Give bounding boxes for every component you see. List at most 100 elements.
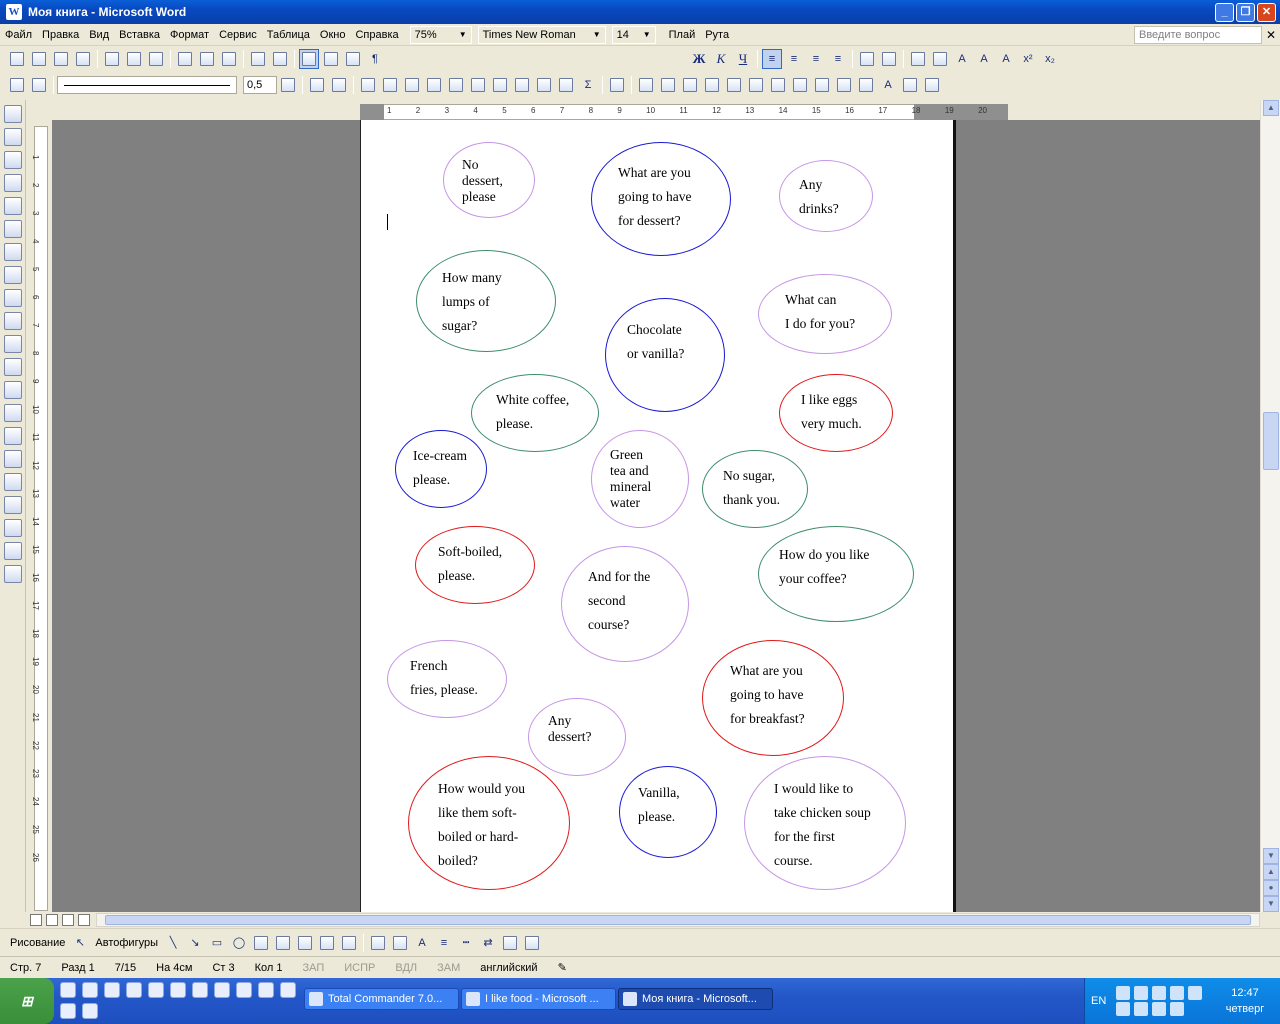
- speech-bubble[interactable]: I would like to take chicken soup for th…: [744, 756, 906, 890]
- horizontal-scroll-track[interactable]: [96, 913, 1260, 927]
- dictionary-icon[interactable]: [4, 220, 22, 238]
- word-app-icon[interactable]: W: [6, 4, 22, 20]
- status-trk[interactable]: ИСПР: [334, 962, 385, 974]
- line-color-icon[interactable]: [390, 933, 410, 953]
- rectangle-tool-icon[interactable]: ▭: [207, 933, 227, 953]
- textbox-tool-icon[interactable]: [251, 933, 271, 953]
- speech-bubble[interactable]: No sugar, thank you.: [702, 450, 808, 528]
- zoom-select[interactable]: 75% ▼: [409, 25, 472, 44]
- speech-bubble[interactable]: How do you like your coffee?: [758, 526, 914, 622]
- preview-icon[interactable]: [4, 358, 22, 376]
- diagram-icon[interactable]: [295, 933, 315, 953]
- sort-descending-icon[interactable]: [556, 75, 576, 95]
- menu-link-ruta[interactable]: Рута: [700, 24, 734, 46]
- opera-launch-icon[interactable]: [192, 982, 208, 998]
- horizontal-scroll-thumb[interactable]: [105, 915, 1251, 925]
- arrow-tool-icon[interactable]: ↘: [185, 933, 205, 953]
- menu-window[interactable]: Окно: [315, 24, 351, 46]
- design-mode-icon[interactable]: [636, 75, 656, 95]
- zoom-tool-icon[interactable]: [4, 473, 22, 491]
- line-style-icon[interactable]: ≡: [434, 933, 454, 953]
- list-box-icon[interactable]: [790, 75, 810, 95]
- us-flag-icon[interactable]: [1188, 986, 1203, 1000]
- line-tool-icon[interactable]: ╲: [163, 933, 183, 953]
- speech-bubble[interactable]: What can I do for you?: [758, 274, 892, 354]
- spelling-icon[interactable]: [146, 49, 166, 69]
- draw-font-color-icon[interactable]: A: [412, 933, 432, 953]
- checkbox-control-icon[interactable]: [702, 75, 722, 95]
- align-right-icon[interactable]: ≡: [806, 49, 826, 69]
- font-size-select[interactable]: 14 ▼: [611, 25, 656, 44]
- oval-tool-icon[interactable]: ◯: [229, 933, 249, 953]
- paste-format-icon[interactable]: [4, 266, 22, 284]
- menu-help[interactable]: Справка: [350, 24, 403, 46]
- stop-icon[interactable]: [4, 519, 22, 537]
- save-icon[interactable]: [51, 49, 71, 69]
- italic-button[interactable]: К: [711, 49, 731, 69]
- task-i-like-food[interactable]: I like food - Microsoft ...: [461, 988, 616, 1010]
- antivirus-icon[interactable]: [1116, 986, 1131, 1000]
- border-color-icon[interactable]: [278, 75, 298, 95]
- document-page[interactable]: No dessert, please What are you going to…: [360, 120, 956, 912]
- speech-bubble[interactable]: Soft-boiled, please.: [415, 526, 535, 604]
- shrink-font-icon[interactable]: A: [996, 49, 1016, 69]
- option-button-icon[interactable]: [768, 75, 788, 95]
- paste-icon[interactable]: [219, 49, 239, 69]
- print-icon[interactable]: [102, 49, 122, 69]
- menu-edit[interactable]: Правка: [37, 24, 84, 46]
- distribute-rows-icon[interactable]: [446, 75, 466, 95]
- font-color-icon[interactable]: A: [952, 49, 972, 69]
- minimize-button[interactable]: _: [1215, 2, 1234, 22]
- toggle-button-icon[interactable]: [834, 75, 854, 95]
- bullets-icon[interactable]: [879, 49, 899, 69]
- distribute-columns-icon[interactable]: [468, 75, 488, 95]
- speech-bubble[interactable]: French fries, please.: [387, 640, 507, 718]
- read-mode-icon[interactable]: [4, 128, 22, 146]
- media-player-icon[interactable]: [214, 982, 230, 998]
- align-center-icon[interactable]: ≡: [784, 49, 804, 69]
- menu-link-plai[interactable]: Плай: [664, 24, 701, 46]
- justify-icon[interactable]: ≡: [828, 49, 848, 69]
- speech-bubble[interactable]: Green tea and mineral water: [591, 430, 689, 528]
- app-launch-icon[interactable]: [280, 982, 296, 998]
- align-left-icon[interactable]: ≡: [762, 49, 782, 69]
- line-weight-select[interactable]: 0,5: [243, 76, 277, 94]
- speech-bubble[interactable]: No dessert, please: [443, 142, 535, 218]
- speech-bubble[interactable]: Any drinks?: [779, 160, 873, 232]
- ie-icon[interactable]: [60, 982, 76, 998]
- fill-color-icon[interactable]: [368, 933, 388, 953]
- start-button[interactable]: ⊞: [0, 978, 54, 1024]
- status-ovr[interactable]: ЗАМ: [427, 962, 470, 974]
- language-russia-icon[interactable]: [4, 197, 22, 215]
- textbox-control-icon[interactable]: [724, 75, 744, 95]
- underline-button[interactable]: Ч: [733, 49, 753, 69]
- wordart-icon[interactable]: [273, 933, 293, 953]
- close-button[interactable]: ✕: [1257, 2, 1276, 22]
- status-language[interactable]: английский: [470, 962, 547, 974]
- menu-format[interactable]: Формат: [165, 24, 214, 46]
- skype-icon[interactable]: [236, 982, 252, 998]
- font-select[interactable]: Times New Roman ▼: [477, 25, 606, 44]
- normal-view-icon[interactable]: [30, 914, 42, 926]
- shield-icon[interactable]: [1134, 986, 1149, 1000]
- image-control-icon[interactable]: [900, 75, 920, 95]
- menu-tools[interactable]: Сервис: [214, 24, 262, 46]
- shadow-style-icon[interactable]: [500, 933, 520, 953]
- outside-border-icon[interactable]: [307, 75, 327, 95]
- update-icon[interactable]: [1134, 1002, 1149, 1016]
- spelling-check-icon[interactable]: [4, 151, 22, 169]
- highlight-icon[interactable]: [930, 49, 950, 69]
- dash-style-icon[interactable]: ┅: [456, 933, 476, 953]
- macro-icon[interactable]: [4, 542, 22, 560]
- speech-bubble[interactable]: Any dessert?: [528, 698, 626, 776]
- combo-box-icon[interactable]: [812, 75, 832, 95]
- language-ukraine-icon[interactable]: [4, 174, 22, 192]
- tool-launch-icon[interactable]: [170, 982, 186, 998]
- show-formatting-icon[interactable]: ¶: [365, 49, 385, 69]
- printer-icon[interactable]: [4, 312, 22, 330]
- torrent-icon[interactable]: [1152, 986, 1167, 1000]
- word-launch-icon[interactable]: [104, 982, 120, 998]
- cut-icon[interactable]: [175, 49, 195, 69]
- print-view-icon[interactable]: [62, 914, 74, 926]
- scroll-down-arrow-icon[interactable]: ▼: [1263, 848, 1279, 864]
